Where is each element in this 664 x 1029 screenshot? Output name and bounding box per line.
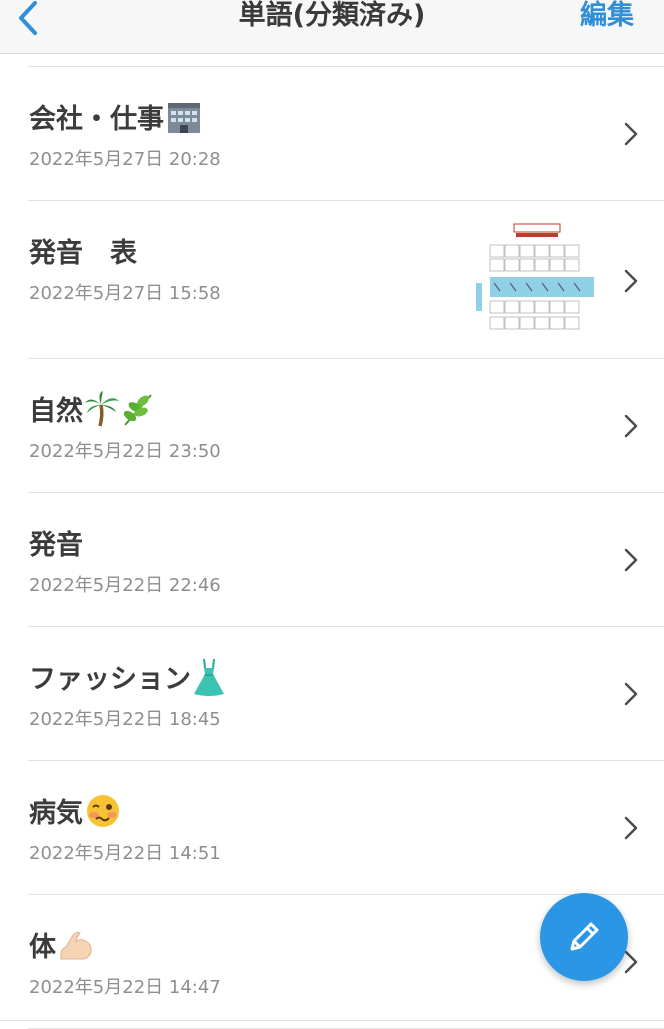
row-title-text: 病気: [29, 798, 83, 829]
chevron-right-icon: [624, 816, 638, 840]
phonetic-chart-thumbnail: [476, 223, 594, 331]
row-date: 2022年5月22日 14:51: [29, 843, 221, 864]
row-date: 2022年5月22日 18:45: [29, 709, 221, 730]
row-date: 2022年5月22日 14:47: [29, 977, 221, 998]
chevron-right-icon: [624, 950, 638, 974]
pencil-icon: [570, 922, 599, 951]
compose-button[interactable]: [540, 893, 628, 981]
edit-button[interactable]: 編集: [580, 0, 634, 38]
chevron-right-icon: [624, 122, 638, 146]
row-title-text: 自然: [29, 396, 83, 427]
row-title-text: 会社・仕事: [29, 104, 164, 135]
divider: [0, 1020, 664, 1021]
row-title-text: ファッション: [29, 664, 191, 695]
flexed-biceps-emoji: [60, 931, 92, 959]
category-list: 会社・仕事 2022年5月27日 20:28 発音 表 2022年5月27日 1…: [0, 67, 664, 1029]
chevron-right-icon: [624, 414, 638, 438]
row-title: ファッション: [29, 657, 225, 696]
row-title-text: 体: [29, 932, 56, 963]
herb-emoji: [123, 393, 152, 426]
row-date: 2022年5月22日 23:50: [29, 441, 221, 462]
page-title: 単語(分類済み): [238, 0, 426, 31]
list-item[interactable]: 病気 2022年5月22日 14:51: [0, 761, 664, 895]
row-date: 2022年5月27日 20:28: [29, 149, 221, 170]
chevron-right-icon: [624, 548, 638, 572]
chevron-right-icon: [624, 269, 638, 293]
list-item[interactable]: 発音 表 2022年5月27日 15:58: [0, 201, 664, 359]
row-title-text: 発音: [29, 530, 83, 561]
chevron-right-icon: [624, 682, 638, 706]
woozy-face-emoji: [87, 794, 119, 827]
row-date: 2022年5月27日 15:58: [29, 283, 221, 304]
row-title: 病気: [29, 791, 121, 830]
dress-emoji: [194, 658, 224, 696]
list-item[interactable]: 会社・仕事 2022年5月27日 20:28: [0, 67, 664, 201]
office-building-emoji: [168, 102, 200, 133]
row-title: 体: [29, 925, 94, 964]
row-title: 発音: [29, 523, 83, 562]
row-title-text: 発音 表: [29, 238, 137, 269]
row-title: 会社・仕事: [29, 97, 202, 136]
row-title: 自然: [29, 389, 155, 428]
list-item[interactable]: 発音 2022年5月22日 22:46: [0, 493, 664, 627]
row-date: 2022年5月22日 22:46: [29, 575, 221, 596]
navigation-bar: 単語(分類済み) 編集: [0, 0, 664, 54]
list-item[interactable]: 自然 2022年5月22日 23:50: [0, 359, 664, 493]
list-item[interactable]: ファッション 2022年5月22日 18:45: [0, 627, 664, 761]
palm-tree-emoji: [85, 390, 119, 426]
row-title: 発音 表: [29, 231, 137, 270]
